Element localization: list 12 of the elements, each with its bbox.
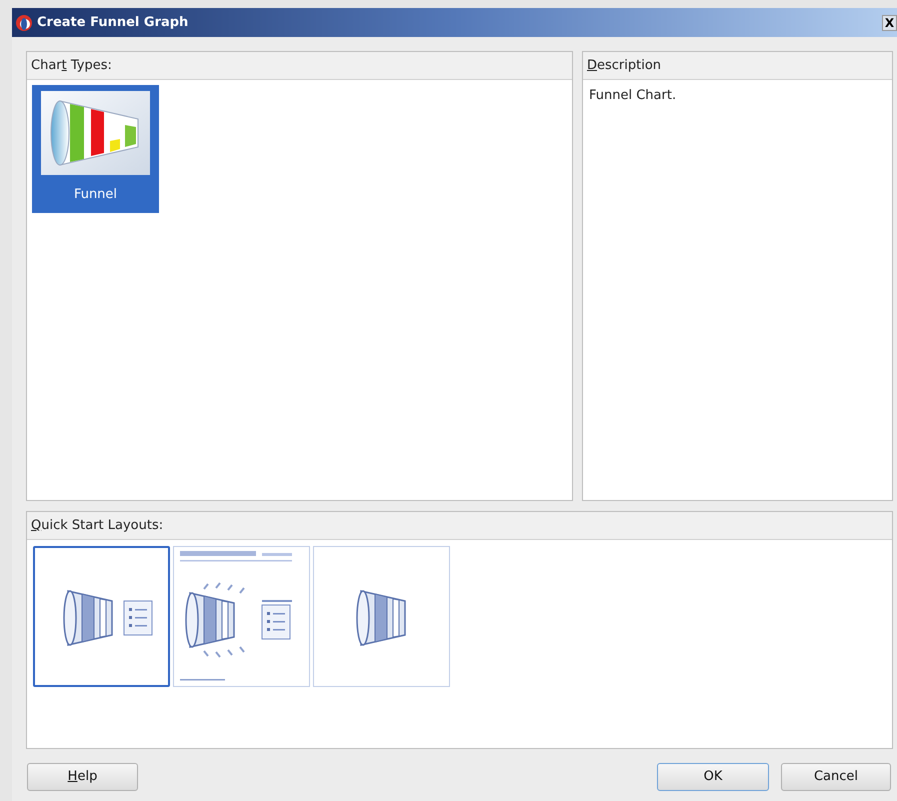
- chart-type-tile[interactable]: Funnel: [32, 85, 159, 213]
- dialog-button[interactable]: Cancel: [781, 763, 891, 791]
- close-button[interactable]: X: [882, 14, 897, 30]
- app-logo-icon: [15, 14, 33, 32]
- description-text: Funnel Chart.: [588, 87, 678, 105]
- panel-title: Chart Types:: [31, 56, 112, 75]
- dialog-button[interactable]: OK: [657, 763, 769, 791]
- panel-title: Quick Start Layouts:: [31, 516, 164, 535]
- window-title: Create Funnel Graph: [37, 14, 188, 32]
- layout-option[interactable]: [33, 546, 170, 687]
- panel-title: Description: [587, 56, 662, 75]
- dialog-button[interactable]: Help: [27, 763, 138, 791]
